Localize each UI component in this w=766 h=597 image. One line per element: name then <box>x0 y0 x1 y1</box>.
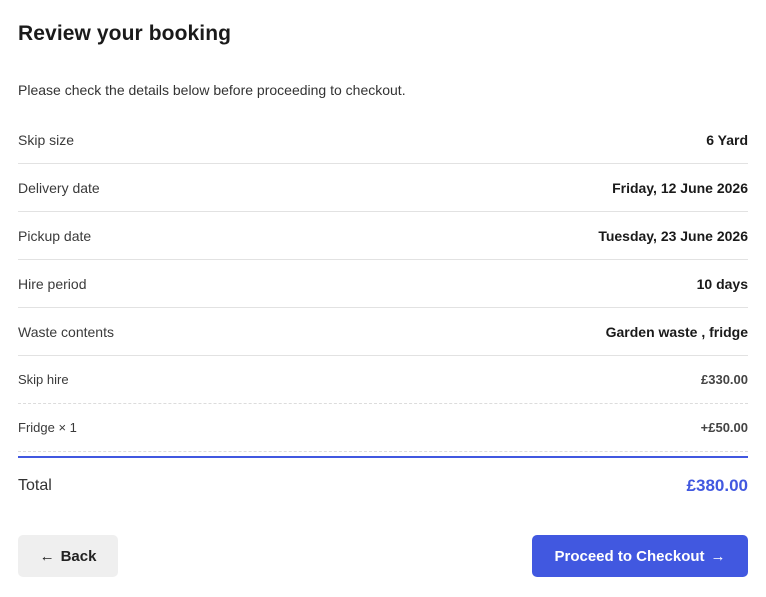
total-label: Total <box>18 477 52 494</box>
detail-label: Hire period <box>18 275 87 292</box>
checkout-button-label: Proceed to Checkout <box>554 547 705 565</box>
detail-label: Delivery date <box>18 179 100 196</box>
detail-value: Tuesday, 23 June 2026 <box>598 227 748 244</box>
arrow-left-icon: ← <box>39 547 55 565</box>
detail-label: Waste contents <box>18 323 114 340</box>
detail-value: 10 days <box>696 275 748 292</box>
back-button-label: Back <box>60 547 97 565</box>
detail-row-waste-contents: Waste contents Garden waste , fridge <box>18 308 748 356</box>
page-title: Review your booking <box>18 22 232 45</box>
price-value: +£50.00 <box>700 420 748 435</box>
detail-label: Pickup date <box>18 227 92 244</box>
total-value: £380.00 <box>686 476 748 495</box>
detail-row-delivery-date: Delivery date Friday, 12 June 2026 <box>18 164 748 212</box>
total-row: Total £380.00 <box>18 458 748 514</box>
price-value: £330.00 <box>701 372 748 387</box>
detail-value: Garden waste , fridge <box>605 323 748 340</box>
detail-row-pickup-date: Pickup date Tuesday, 23 June 2026 <box>18 212 748 260</box>
detail-row-skip-size: Skip size 6 Yard <box>18 116 748 164</box>
arrow-right-icon: → <box>710 547 726 565</box>
price-label: Skip hire <box>18 372 69 387</box>
detail-label: Skip size <box>18 131 75 148</box>
booking-summary: Skip size 6 Yard Delivery date Friday, 1… <box>18 116 748 514</box>
detail-row-hire-period: Hire period 10 days <box>18 260 748 308</box>
price-label: Fridge × 1 <box>18 420 77 435</box>
price-row-fridge: Fridge × 1 +£50.00 <box>18 404 748 452</box>
intro-text: Please check the details below before pr… <box>18 82 406 98</box>
back-button[interactable]: ← Back <box>18 535 118 577</box>
detail-value: Friday, 12 June 2026 <box>612 179 748 196</box>
price-row-skip-hire: Skip hire £330.00 <box>18 356 748 404</box>
detail-value: 6 Yard <box>706 131 748 148</box>
proceed-to-checkout-button[interactable]: Proceed to Checkout → <box>532 535 748 577</box>
